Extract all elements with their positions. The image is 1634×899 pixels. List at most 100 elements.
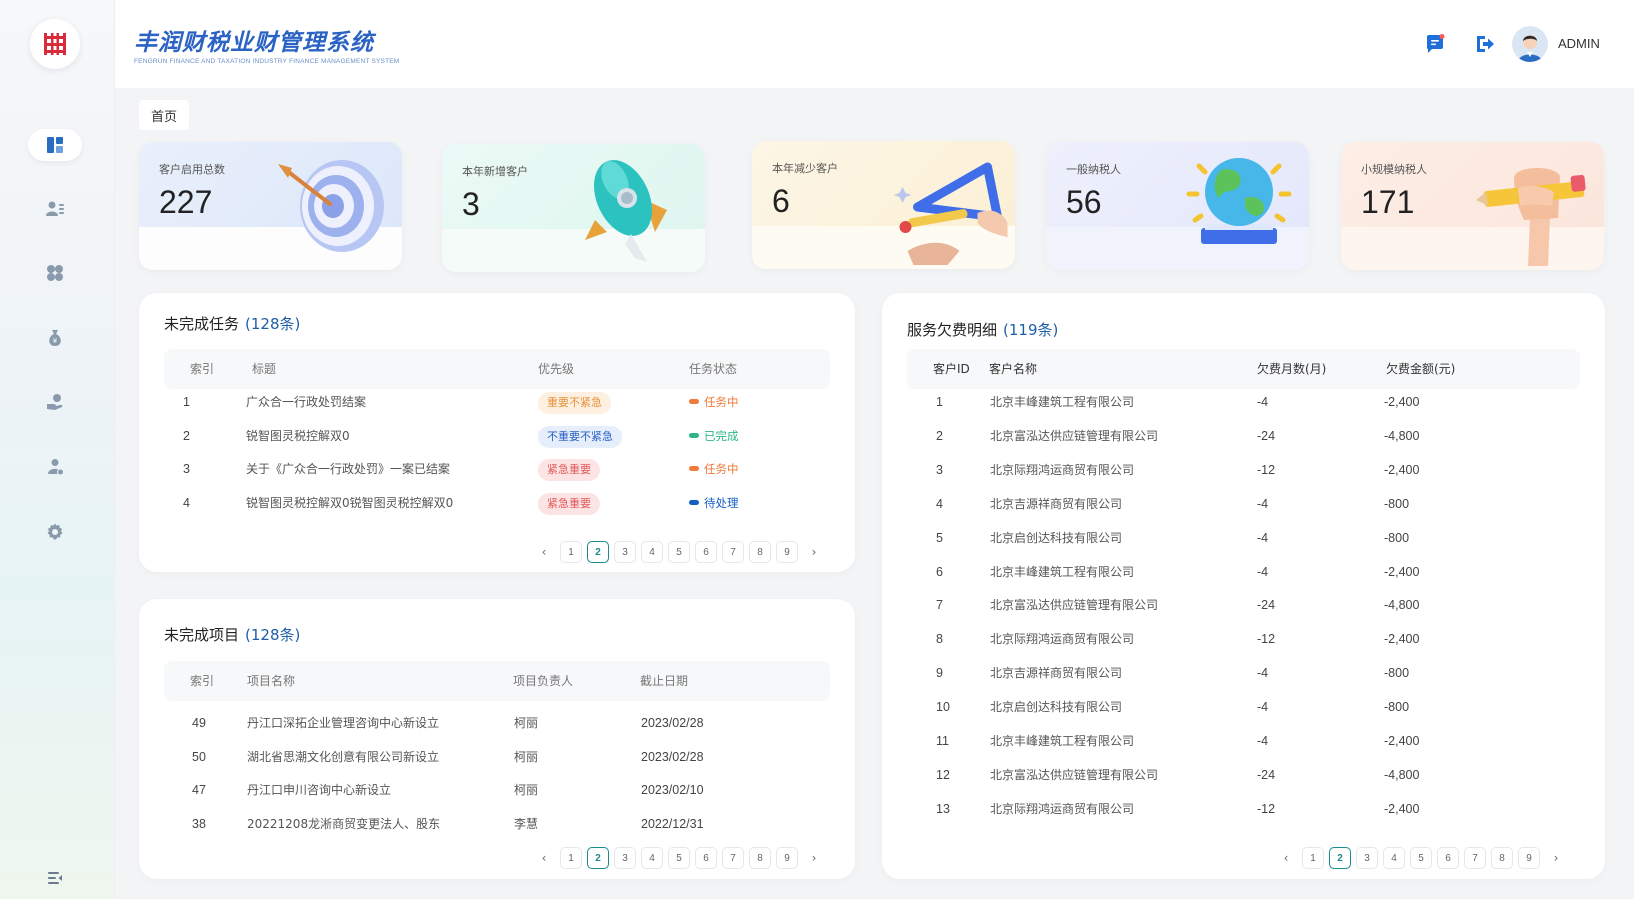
avatar[interactable]	[1512, 26, 1548, 62]
nav-customers[interactable]	[28, 193, 82, 225]
table-row[interactable]: 4 锐智图灵税控解双0锐智图灵税控解双0 紧急重要 待处理	[139, 486, 855, 520]
table-row[interactable]: 9 北京吉源祥商贸有限公司 -4 -800	[882, 656, 1605, 690]
message-button[interactable]	[1423, 32, 1447, 56]
page-number-button[interactable]: 4	[1383, 847, 1405, 869]
priority-badge: 紧急重要	[538, 459, 600, 481]
table-row[interactable]: 50 湖北省思潮文化创意有限公司新设立 柯丽 2023/02/28	[139, 740, 855, 774]
tasks-panel-title: 未完成任务 (128条)	[164, 313, 300, 334]
page-number-button[interactable]: 1	[560, 541, 582, 563]
sidebar-collapse-button[interactable]	[28, 862, 82, 894]
table-row[interactable]: 3 北京际翔鸿运商贸有限公司 -12 -2,400	[882, 453, 1605, 487]
row-customer-name: 北京丰峰建筑工程有限公司	[990, 564, 1135, 579]
page-number-button[interactable]: 2	[587, 541, 609, 563]
nav-settings[interactable]	[28, 516, 82, 548]
row-index: 2	[183, 428, 190, 443]
table-row[interactable]: 2 锐智图灵税控解双0 不重要不紧急 已完成	[139, 419, 855, 453]
page-number-button[interactable]: 4	[641, 847, 663, 869]
nav-apps[interactable]	[28, 257, 82, 289]
row-customer-id: 5	[936, 530, 943, 545]
table-row[interactable]: 38 20221208龙淅商贸变更法人、股东 李慧 2022/12/31	[139, 807, 855, 841]
priority-badge: 不重要不紧急	[538, 425, 622, 448]
row-months-owed: -4	[1257, 496, 1269, 511]
page-number-button[interactable]: 2	[587, 847, 609, 869]
row-amount-owed: -2,400	[1384, 564, 1420, 579]
row-months-owed: -24	[1257, 767, 1276, 782]
prev-page-button[interactable]: ‹	[533, 541, 555, 563]
row-customer-name: 北京丰峰建筑工程有限公司	[990, 734, 1135, 748]
tab-home[interactable]: 首页	[139, 100, 189, 130]
table-row[interactable]: 13 北京际翔鸿运商贸有限公司 -12 -2,400	[882, 792, 1605, 826]
page-number-button[interactable]: 8	[749, 847, 771, 869]
nav-dashboard[interactable]	[28, 129, 82, 161]
table-row[interactable]: 47 丹江口申川咨询中心新设立 柯丽 2023/02/10	[139, 773, 855, 807]
stat-label: 本年减少客户	[772, 162, 838, 175]
table-row[interactable]: 7 北京富泓达供应链管理有限公司 -24 -4,800	[882, 588, 1605, 622]
table-row[interactable]: 11 北京丰峰建筑工程有限公司 -4 -2,400	[882, 724, 1605, 758]
next-page-button[interactable]: ›	[803, 847, 825, 869]
table-row[interactable]: 6 北京丰峰建筑工程有限公司 -4 -2,400	[882, 555, 1605, 589]
nav-services[interactable]	[28, 386, 82, 418]
logout-icon	[1477, 36, 1494, 52]
row-months-owed: -24	[1257, 598, 1276, 613]
stat-card-small-taxpayers[interactable]: 小规模纳税人 171	[1341, 142, 1604, 270]
nav-finance[interactable]: ¥	[28, 322, 82, 354]
next-page-button[interactable]: ›	[1545, 847, 1567, 869]
column-header: 欠费金额(元)	[1386, 362, 1456, 376]
page-number-button[interactable]: 1	[560, 847, 582, 869]
page-number-button[interactable]: 1	[1302, 847, 1324, 869]
prev-page-button[interactable]: ‹	[1275, 847, 1297, 869]
page-number-button[interactable]: 7	[722, 541, 744, 563]
page-number-button[interactable]: 9	[1518, 847, 1540, 869]
page-number-button[interactable]: 7	[1464, 847, 1486, 869]
row-customer-id: 11	[936, 734, 949, 748]
row-amount-owed: -4,800	[1384, 428, 1420, 443]
table-row[interactable]: 3 关于《广众合一行政处罚》一案已结案 紧急重要 任务中	[139, 452, 855, 486]
row-amount-owed: -2,400	[1384, 801, 1420, 816]
status-dot	[689, 399, 699, 404]
table-row[interactable]: 4 北京吉源祥商贸有限公司 -4 -800	[882, 487, 1605, 521]
page-number-button[interactable]: 7	[722, 847, 744, 869]
stat-card-new-customers[interactable]: 本年新增客户 3	[442, 144, 705, 272]
row-amount-owed: -800	[1384, 530, 1410, 545]
stat-card-general-taxpayers[interactable]: 一般纳税人 56	[1046, 142, 1309, 270]
gear-icon	[47, 523, 63, 540]
row-months-owed: -4	[1257, 395, 1269, 409]
row-index: 47	[192, 783, 206, 797]
table-row[interactable]: 12 北京富泓达供应链管理有限公司 -24 -4,800	[882, 758, 1605, 792]
page-number-button[interactable]: 6	[1437, 847, 1459, 869]
row-index: 1	[183, 395, 190, 409]
page-number-button[interactable]: 9	[776, 541, 798, 563]
page-number-button[interactable]: 2	[1329, 847, 1351, 869]
page-number-button[interactable]: 9	[776, 847, 798, 869]
page-number-button[interactable]: 3	[614, 847, 636, 869]
table-row[interactable]: 1 北京丰峰建筑工程有限公司 -4 -2,400	[882, 385, 1605, 419]
arrears-count: (119条)	[1003, 321, 1059, 339]
table-row[interactable]: 10 北京启创达科技有限公司 -4 -800	[882, 690, 1605, 724]
table-row[interactable]: 1 广众合一行政处罚结案 重要不紧急 任务中	[139, 385, 855, 419]
username[interactable]: ADMIN	[1558, 36, 1600, 51]
table-row[interactable]: 5 北京启创达科技有限公司 -4 -800	[882, 521, 1605, 555]
stat-card-lost-customers[interactable]: 本年减少客户 6	[752, 141, 1015, 269]
logout-button[interactable]	[1473, 32, 1497, 56]
prev-page-button[interactable]: ‹	[533, 847, 555, 869]
stat-card-active-customers[interactable]: 客户启用总数 227	[139, 142, 402, 270]
projects-table-header: 索引 项目名称 项目负责人 截止日期	[164, 661, 830, 701]
arrears-pagination: ‹ 1 2 3 4 5 6 7 8 9 ›	[1275, 846, 1572, 870]
page-number-button[interactable]: 4	[641, 541, 663, 563]
nav-staff[interactable]	[28, 451, 82, 483]
page-number-button[interactable]: 5	[1410, 847, 1432, 869]
next-page-button[interactable]: ›	[803, 541, 825, 563]
row-amount-owed: -4,800	[1384, 598, 1420, 613]
page-number-button[interactable]: 6	[695, 847, 717, 869]
page-number-button[interactable]: 8	[749, 541, 771, 563]
page-number-button[interactable]: 5	[668, 541, 690, 563]
page-number-button[interactable]: 8	[1491, 847, 1513, 869]
page-number-button[interactable]: 6	[695, 541, 717, 563]
page-number-button[interactable]: 5	[668, 847, 690, 869]
table-row[interactable]: 49 丹江口深拓企业管理咨询中心新设立 柯丽 2023/02/28	[139, 706, 855, 740]
table-row[interactable]: 8 北京际翔鸿运商贸有限公司 -12 -2,400	[882, 622, 1605, 656]
page-number-button[interactable]: 3	[614, 541, 636, 563]
page-number-button[interactable]: 3	[1356, 847, 1378, 869]
row-amount-owed: -2,400	[1384, 462, 1420, 477]
table-row[interactable]: 2 北京富泓达供应链管理有限公司 -24 -4,800	[882, 419, 1605, 453]
